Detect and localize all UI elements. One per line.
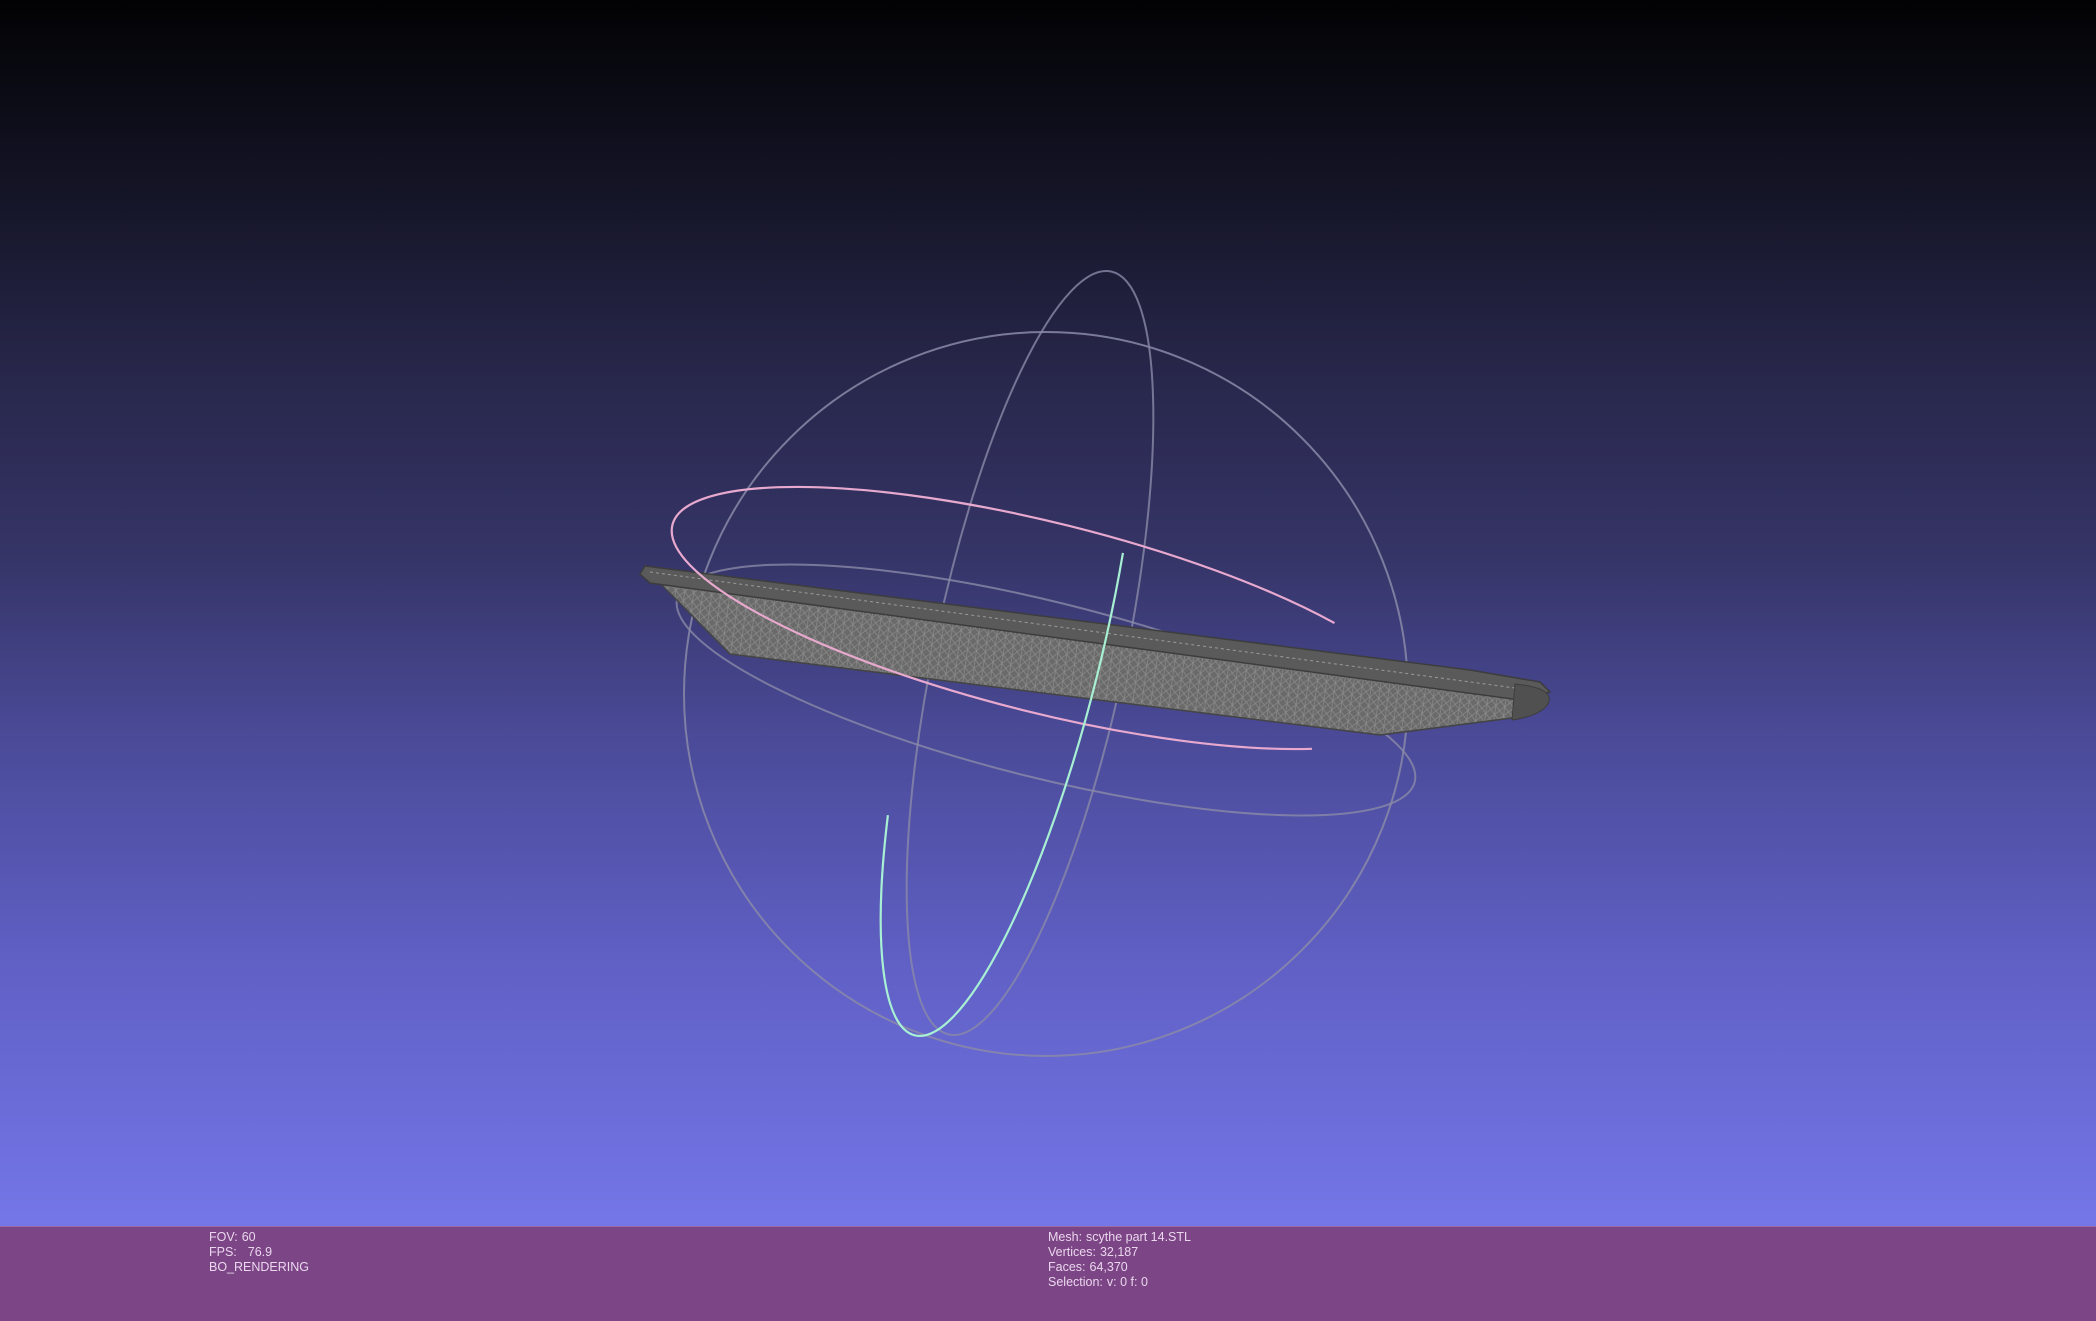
render-mode: BO_RENDERING bbox=[209, 1260, 310, 1274]
render-info: FOV: 60 FPS: 76.9 BO_RENDERING bbox=[209, 1230, 309, 1275]
mesh-name-readout: Mesh: scythe part 14.STL bbox=[1048, 1230, 1191, 1244]
faces-readout: Faces: 64,370 bbox=[1048, 1260, 1128, 1274]
scene-canvas[interactable] bbox=[0, 0, 2096, 1226]
mesh-info: Mesh: scythe part 14.STL Vertices: 32,187 … bbox=[1048, 1230, 1191, 1290]
selection-readout: Selection: v: 0 f: 0 bbox=[1048, 1275, 1148, 1289]
3d-viewport[interactable] bbox=[0, 0, 2096, 1226]
fov-readout: FOV: 60 bbox=[209, 1230, 256, 1244]
mesh-object[interactable] bbox=[639, 565, 1552, 736]
info-bar: FOV: 60 FPS: 76.9 BO_RENDERING Mesh: scyth… bbox=[0, 1226, 2096, 1321]
fps-readout: FPS: 76.9 bbox=[209, 1245, 273, 1259]
vertices-readout: Vertices: 32,187 bbox=[1048, 1245, 1139, 1259]
